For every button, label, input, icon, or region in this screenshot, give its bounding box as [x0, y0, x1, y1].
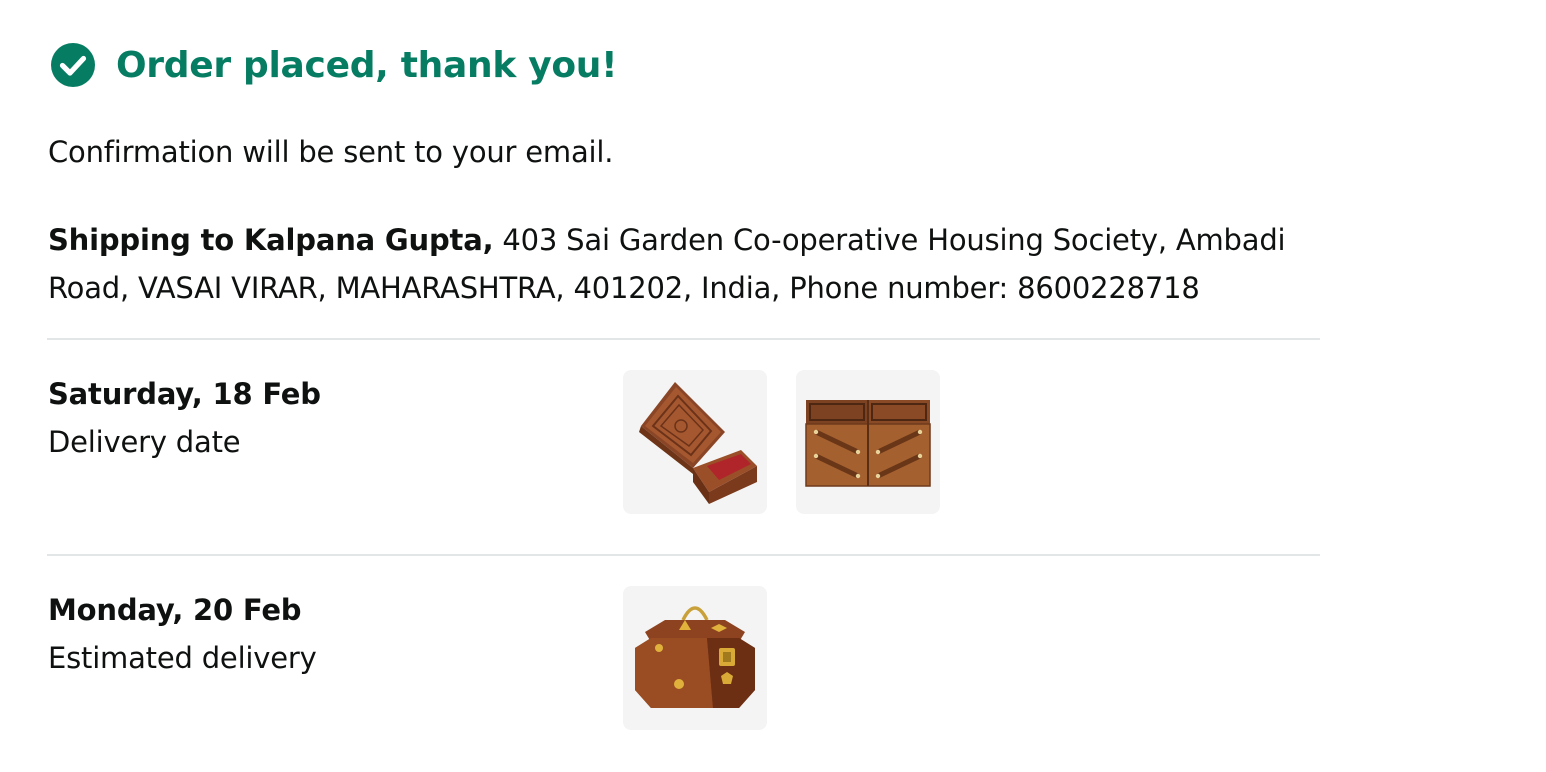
delivery-label: Delivery date — [48, 425, 241, 459]
page-title: Order placed, thank you! — [116, 44, 618, 86]
divider — [47, 338, 1320, 340]
delivery-date: Monday, 20 Feb — [48, 593, 302, 627]
delivery-date: Saturday, 18 Feb — [48, 377, 321, 411]
product-thumbnail-cantilever-box[interactable] — [796, 370, 940, 514]
delivery-label: Estimated delivery — [48, 641, 317, 675]
shipping-recipient: Shipping to Kalpana Gupta, — [48, 223, 494, 257]
confirmation-message: Confirmation will be sent to your email. — [48, 135, 614, 169]
product-thumbnail-octagonal-box[interactable] — [623, 586, 767, 730]
product-thumbnail-carved-box[interactable] — [623, 370, 767, 514]
octagonal-wooden-box-with-brass-handle-image — [635, 606, 755, 708]
shipping-address: Shipping to Kalpana Gupta, 403 Sai Garde… — [48, 216, 1328, 312]
divider — [47, 554, 1320, 556]
order-confirmation-page: Order placed, thank you! Confirmation wi… — [0, 0, 1546, 772]
wooden-cantilever-jewellery-box-image — [805, 400, 931, 487]
check-circle-icon — [51, 43, 95, 87]
order-confirmation-header: Order placed, thank you! — [50, 38, 618, 92]
carved-wooden-box-open-image — [639, 382, 757, 504]
